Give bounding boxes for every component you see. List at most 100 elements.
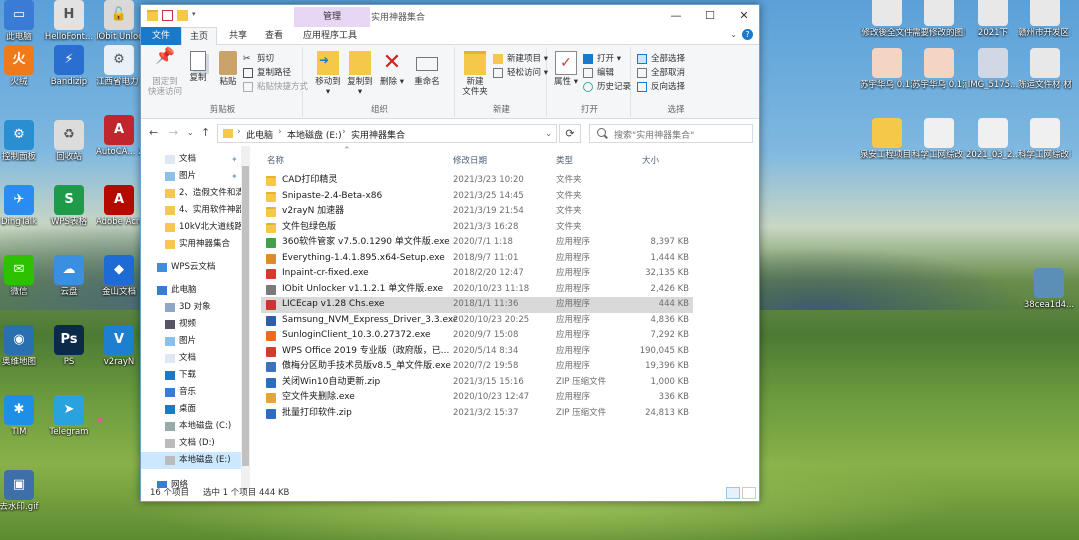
file-row[interactable]: WPS Office 2019 专业版（政府版，已... 2020/5/14 8:… (261, 344, 693, 360)
desktop-shortcut[interactable]: Ps PS (42, 325, 96, 367)
file-row[interactable]: Everything-1.4.1.895.x64-Setup.exe 2018/9… (261, 251, 693, 267)
tab-share[interactable]: 共享 (221, 27, 255, 45)
move-to-button[interactable]: ➜ 移动到 ▾ (313, 51, 343, 97)
new-folder-button[interactable]: 新建 文件夹 (459, 51, 491, 97)
file-row[interactable]: 文件包绿色版 2021/3/3 16:28 文件夹 (261, 220, 693, 236)
nav-item[interactable]: 4、实用软件神器 (141, 202, 241, 219)
desktop-shortcut[interactable]: 需要修改的图 纸 (912, 0, 966, 38)
column-header-name[interactable]: 名称 (267, 154, 284, 166)
address-bar[interactable]: › 此电脑 › 本地磁盘 (E:) › 实用神器集合 ⌄ (217, 124, 557, 143)
desktop-shortcut[interactable]: ⚙ 控制面板 (0, 120, 46, 162)
desktop-shortcut[interactable]: ◆ 金山文档 (96, 255, 142, 297)
copy-button[interactable]: 复制 (183, 51, 213, 83)
column-header-type[interactable]: 类型 (556, 154, 573, 166)
desktop-shortcut[interactable]: ➤ Telegram (42, 395, 96, 437)
search-input[interactable]: 搜索"实用神器集合" (589, 124, 753, 143)
nav-scrollbar[interactable] (241, 146, 250, 488)
invert-selection-button[interactable]: 反向选择 (637, 81, 685, 93)
desktop-shortcut[interactable]: ⚙ 江西省电力 可配网工具 (96, 45, 142, 87)
file-row[interactable]: IObit Unlocker v1.1.2.1 单文件版.exe 2020/10/… (261, 282, 693, 298)
desktop-shortcut[interactable]: 🔓 IObit Unlocker (96, 0, 142, 42)
refresh-button[interactable]: ⟳ (559, 124, 581, 143)
desktop-shortcut[interactable]: 2021_03_2... 批注（一久... (966, 118, 1020, 160)
checkbox-icon[interactable] (162, 10, 173, 21)
recent-locations-icon[interactable]: ⌄ (187, 128, 194, 137)
desktop-shortcut[interactable]: 修改後全文件 (860, 0, 914, 38)
desktop-shortcut[interactable]: ▣ 去水印.gif (0, 470, 46, 512)
file-row[interactable]: 空文件夹删除.exe 2020/10/23 12:47 应用程序 336 KB (261, 390, 693, 406)
desktop-shortcut[interactable]: S WPS表格 (42, 185, 96, 227)
copy-path-button[interactable]: 复制路径 (243, 67, 291, 79)
nav-item[interactable]: 10kV北大道线路 (141, 219, 241, 236)
tab-view[interactable]: 查看 (257, 27, 291, 45)
desktop-shortcut[interactable]: 科学工网综改 项目.ovmap (912, 118, 966, 160)
paste-shortcut-button[interactable]: 粘贴快捷方式 (243, 81, 308, 93)
delete-button[interactable]: ✕ 删除 ▾ (377, 51, 407, 88)
desktop-shortcut[interactable]: IMG_5175... (966, 48, 1020, 90)
close-button[interactable]: ✕ (727, 5, 761, 27)
select-all-button[interactable]: 全部选择 (637, 53, 685, 65)
pin-quick-access-button[interactable]: 📌 固定到 快速访问 (145, 48, 185, 98)
nav-item[interactable]: 3D 对象 (141, 299, 241, 316)
nav-item[interactable]: 图片 ✦ (141, 168, 241, 185)
desktop-shortcut[interactable]: ✱ TIM (0, 395, 46, 437)
large-icons-view-button[interactable] (742, 487, 756, 499)
desktop-shortcut[interactable]: 38cea1d4... (1022, 268, 1076, 310)
desktop-shortcut[interactable]: ◉ 奥维地图 (0, 325, 46, 367)
breadcrumb-drive-e[interactable]: 本地磁盘 (E:) (287, 128, 342, 141)
desktop-shortcut[interactable]: 火火绒 (0, 45, 46, 87)
tab-file[interactable]: 文件 (141, 27, 181, 45)
file-row[interactable]: CAD打印精灵 2021/3/23 10:20 文件夹 (261, 173, 693, 189)
nav-item[interactable]: 实用神器集合 (141, 236, 241, 253)
tab-home[interactable]: 主页 (181, 27, 218, 45)
desktop-shortcut[interactable]: 泉安工程项目 地图.ovmap (860, 118, 914, 160)
file-row[interactable]: 批量打印软件.zip 2021/3/2 15:37 ZIP 压缩文件 24,813 K… (261, 406, 693, 422)
context-tab-manage[interactable]: 管理 (294, 7, 370, 27)
properties-button[interactable]: ✓ 属性 ▾ (551, 51, 581, 87)
rename-button[interactable]: 重命名 (409, 51, 445, 87)
nav-item[interactable]: 此电脑 (141, 282, 241, 299)
maximize-button[interactable]: ☐ (693, 5, 727, 27)
desktop-shortcut[interactable]: Vv2rayN (96, 325, 142, 367)
file-row[interactable]: SunloginClient_10.3.0.27372.exe 2020/9/7 … (261, 328, 693, 344)
desktop-shortcut[interactable]: 科学工网综改 项目.ovmap (1018, 118, 1072, 160)
desktop-shortcut[interactable]: A Adobe Acrobat D (96, 185, 142, 227)
file-row[interactable]: Inpaint-cr-fixed.exe 2018/2/20 12:47 应用程序 3… (261, 266, 693, 282)
nav-item[interactable]: 视频 (141, 316, 241, 333)
cut-button[interactable]: ✂ 剪切 (243, 53, 274, 65)
desktop-shortcut[interactable]: 苏宇华乌 0.1滴2块... (860, 48, 914, 90)
breadcrumb-this-pc[interactable]: 此电脑 (246, 128, 273, 141)
forward-button[interactable]: → (169, 126, 178, 139)
collapse-ribbon-icon[interactable]: ⌄ (730, 30, 737, 39)
column-header-date[interactable]: 修改日期 (453, 154, 487, 166)
file-row[interactable]: Samsung_NVM_Express_Driver_3.3.exe 2020/1… (261, 313, 693, 329)
help-icon[interactable]: ? (742, 29, 753, 40)
title-bar[interactable]: ▾ 管理 实用神器集合 — ☐ ✕ (141, 5, 759, 27)
nav-scrollbar-thumb[interactable] (242, 166, 249, 466)
back-button[interactable]: ← (149, 126, 158, 139)
tab-app-tools[interactable]: 应用程序工具 (295, 27, 365, 45)
nav-item[interactable]: 下载 (141, 367, 241, 384)
desktop-shortcut[interactable]: 赣州市开发区 10kV通用... (1018, 0, 1072, 38)
file-row[interactable]: 傲梅分区助手技术员版v8.5_单文件版.exe 2020/7/2 19:58 应用程… (261, 359, 693, 375)
nav-item[interactable]: 2、造假文件和清 (141, 185, 241, 202)
file-row[interactable]: Snipaste-2.4-Beta-x86 2021/3/25 14:45 文件夹 (261, 189, 693, 205)
select-none-button[interactable]: 全部取消 (637, 67, 685, 79)
desktop-shortcut[interactable]: ✈ DingTalk (0, 185, 46, 227)
nav-item[interactable]: 图片 (141, 333, 241, 350)
easy-access-button[interactable]: 轻松访问 ▾ (493, 67, 548, 79)
column-header-size[interactable]: 大小 (642, 154, 659, 166)
history-button[interactable]: 历史记录 (583, 81, 631, 93)
details-view-button[interactable] (726, 487, 740, 499)
desktop-shortcut[interactable]: H HelloFont... (42, 0, 96, 42)
nav-item[interactable]: 文档 (D:) (141, 435, 241, 452)
file-row[interactable]: LICEcap v1.28 Chs.exe 2018/1/1 11:36 应用程序 4… (261, 297, 693, 313)
nav-item[interactable]: 本地磁盘 (E:) (141, 452, 241, 469)
edit-button[interactable]: 编辑 (583, 67, 614, 79)
desktop-shortcut[interactable]: 2021下 (966, 0, 1020, 38)
dropdown-arrow-icon[interactable]: ▾ (192, 10, 198, 21)
folder-icon[interactable] (177, 10, 188, 21)
desktop-shortcut[interactable]: 苏宇华乌 0.1滴2块... (912, 48, 966, 90)
address-dropdown-icon[interactable]: ⌄ (545, 129, 552, 138)
desktop-shortcut[interactable]: ✉ 微信 (0, 255, 46, 297)
